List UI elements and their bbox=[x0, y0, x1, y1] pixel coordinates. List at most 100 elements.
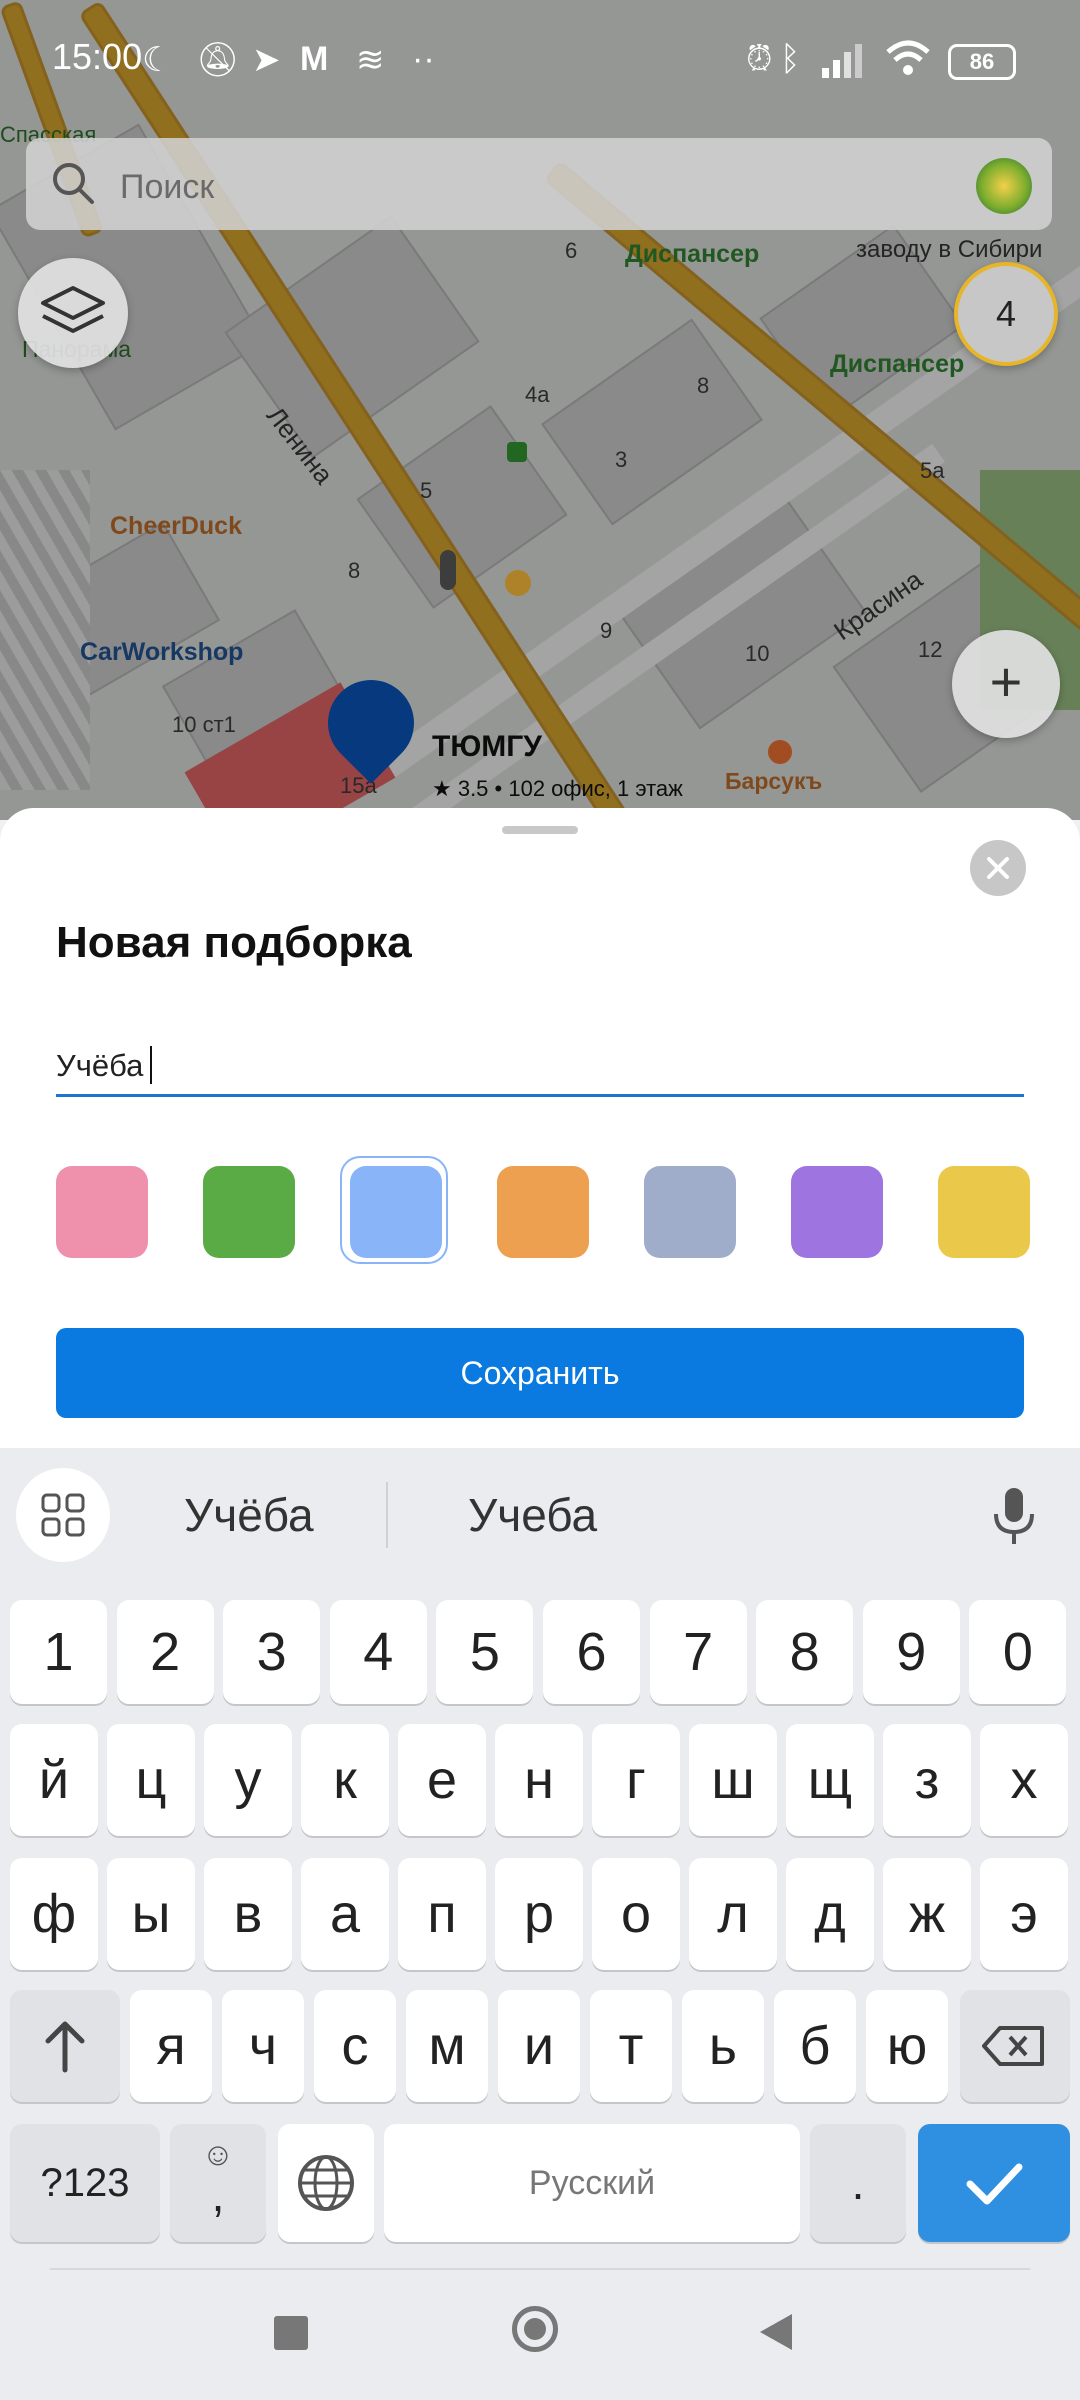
sheet-drag-handle[interactable] bbox=[502, 826, 578, 834]
suggestion[interactable]: Учёба bbox=[184, 1488, 314, 1542]
battery-icon: 86 bbox=[948, 44, 1016, 80]
keyboard-menu-button[interactable] bbox=[16, 1468, 110, 1562]
sheet-title: Новая подборка bbox=[56, 918, 412, 967]
globe-icon bbox=[298, 2155, 354, 2211]
checkmark-icon bbox=[966, 2163, 1023, 2205]
cluster-badge[interactable]: 4 bbox=[954, 262, 1058, 366]
key-о[interactable]: о bbox=[592, 1858, 680, 1970]
telegram-icon: ➤ bbox=[252, 41, 281, 79]
key-а[interactable]: а bbox=[301, 1858, 389, 1970]
key-1[interactable]: 1 bbox=[10, 1600, 107, 1704]
key-е[interactable]: е bbox=[398, 1724, 486, 1836]
close-icon bbox=[987, 857, 1009, 879]
key-к[interactable]: к bbox=[301, 1724, 389, 1836]
gmail-icon: M bbox=[300, 40, 329, 78]
input-underline bbox=[56, 1094, 1024, 1097]
save-button[interactable]: Сохранить bbox=[56, 1328, 1024, 1418]
key-2[interactable]: 2 bbox=[116, 1600, 214, 1704]
key-н[interactable]: н bbox=[495, 1724, 583, 1836]
wifi-icon bbox=[886, 40, 930, 75]
key-с[interactable]: с bbox=[314, 1990, 396, 2102]
key-7[interactable]: 7 bbox=[649, 1600, 747, 1704]
back-button[interactable] bbox=[756, 2310, 796, 2354]
key-з[interactable]: з bbox=[883, 1724, 971, 1836]
moon-icon: ☾ bbox=[142, 41, 173, 79]
symbols-key[interactable]: ?123 bbox=[10, 2124, 160, 2242]
status-time: 15:00 bbox=[52, 36, 143, 77]
color-swatch-grey-blue[interactable] bbox=[644, 1166, 736, 1258]
color-swatch-green[interactable] bbox=[203, 1166, 295, 1258]
home-button[interactable] bbox=[512, 2306, 558, 2352]
bluetooth-icon: ᛒ bbox=[780, 40, 801, 78]
key-э[interactable]: э bbox=[980, 1858, 1068, 1970]
key-ж[interactable]: ж bbox=[883, 1858, 971, 1970]
suggestion[interactable]: Учеба bbox=[468, 1488, 597, 1542]
key-ф[interactable]: ф bbox=[10, 1858, 98, 1970]
color-swatch-yellow[interactable] bbox=[938, 1166, 1030, 1258]
map-dim-overlay bbox=[0, 0, 1080, 820]
backspace-icon bbox=[982, 2026, 1044, 2066]
shift-key[interactable] bbox=[10, 1990, 120, 2102]
language-key[interactable] bbox=[278, 2124, 374, 2242]
shift-arrow-icon bbox=[45, 2021, 85, 2073]
key-0[interactable]: 0 bbox=[969, 1600, 1067, 1704]
key-б[interactable]: б bbox=[774, 1990, 856, 2102]
close-button[interactable] bbox=[970, 840, 1026, 896]
comma-label: , bbox=[211, 2169, 225, 2221]
key-и[interactable]: и bbox=[498, 1990, 580, 2102]
emoji-comma-key[interactable]: ☺ , bbox=[170, 2124, 266, 2242]
color-swatch-blue[interactable] bbox=[350, 1166, 442, 1258]
alarm-icon: ⏰︎ bbox=[746, 40, 773, 78]
key-в[interactable]: в bbox=[204, 1858, 292, 1970]
key-8[interactable]: 8 bbox=[756, 1600, 854, 1704]
key-д[interactable]: д bbox=[786, 1858, 874, 1970]
key-м[interactable]: м bbox=[406, 1990, 488, 2102]
key-ц[interactable]: ц bbox=[107, 1724, 195, 1836]
key-щ[interactable]: щ bbox=[786, 1724, 874, 1836]
suggestion-divider bbox=[386, 1482, 388, 1548]
period-key[interactable]: . bbox=[810, 2124, 906, 2242]
key-ь[interactable]: ь bbox=[682, 1990, 764, 2102]
key-ы[interactable]: ы bbox=[107, 1858, 195, 1970]
key-5[interactable]: 5 bbox=[436, 1600, 534, 1704]
text-cursor bbox=[150, 1046, 152, 1084]
key-4[interactable]: 4 bbox=[329, 1600, 427, 1704]
key-г[interactable]: г bbox=[592, 1724, 680, 1836]
layers-app-icon: ≋ bbox=[356, 41, 385, 79]
key-й[interactable]: й bbox=[10, 1724, 98, 1836]
key-у[interactable]: у bbox=[204, 1724, 292, 1836]
done-key[interactable] bbox=[918, 2124, 1070, 2242]
backspace-key[interactable] bbox=[960, 1990, 1070, 2102]
recents-button[interactable] bbox=[274, 2316, 308, 2350]
symbols-key-label: ?123 bbox=[40, 2161, 130, 2205]
collection-name-input[interactable]: Учёба bbox=[56, 1048, 143, 1084]
microphone-icon[interactable] bbox=[990, 1484, 1038, 1548]
color-swatch-purple[interactable] bbox=[791, 1166, 883, 1258]
key-3[interactable]: 3 bbox=[223, 1600, 321, 1704]
key-п[interactable]: п bbox=[398, 1858, 486, 1970]
layers-icon bbox=[41, 286, 105, 333]
muted-bell-icon: 🔕︎ bbox=[196, 41, 240, 79]
key-я[interactable]: я bbox=[130, 1990, 212, 2102]
key-ю[interactable]: ю bbox=[866, 1990, 948, 2102]
color-swatch-pink[interactable] bbox=[56, 1166, 148, 1258]
zoom-in-button[interactable]: + bbox=[952, 630, 1060, 738]
key-т[interactable]: т bbox=[590, 1990, 672, 2102]
key-6[interactable]: 6 bbox=[543, 1600, 640, 1704]
key-9[interactable]: 9 bbox=[862, 1600, 960, 1704]
key-л[interactable]: л bbox=[689, 1858, 777, 1970]
signal-icon bbox=[822, 44, 862, 78]
key-ш[interactable]: ш bbox=[689, 1724, 777, 1836]
cluster-count: 4 bbox=[995, 293, 1017, 334]
space-key[interactable]: Русский bbox=[384, 2124, 800, 2242]
key-ч[interactable]: ч bbox=[222, 1990, 304, 2102]
search-icon bbox=[53, 163, 94, 204]
color-swatch-orange[interactable] bbox=[497, 1166, 589, 1258]
search-placeholder[interactable]: Поиск bbox=[120, 168, 214, 207]
battery-level: 86 bbox=[969, 49, 995, 74]
key-х[interactable]: х bbox=[980, 1724, 1068, 1836]
profile-avatar[interactable] bbox=[976, 158, 1032, 214]
space-key-label: Русский bbox=[528, 2164, 656, 2202]
key-р[interactable]: р bbox=[495, 1858, 583, 1970]
layers-button[interactable] bbox=[18, 258, 128, 368]
